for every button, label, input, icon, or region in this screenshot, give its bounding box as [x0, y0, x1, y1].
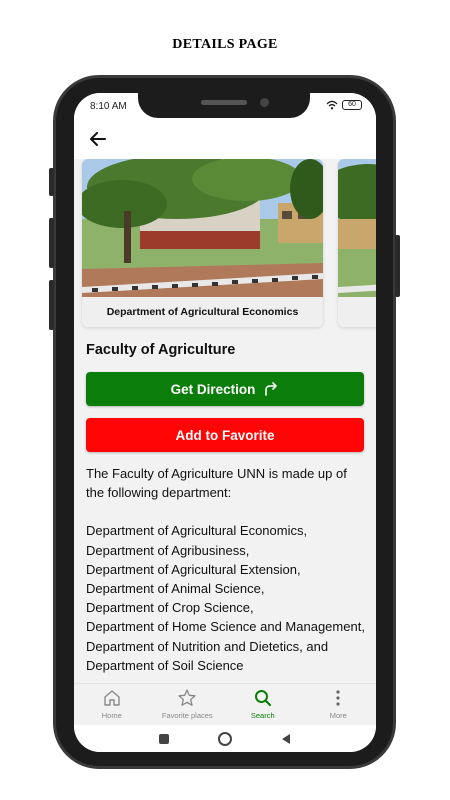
get-direction-label: Get Direction [170, 381, 256, 397]
details-content[interactable]: Department of Agricultural Economics Fac… [74, 159, 376, 684]
phone-volume-down-button [49, 280, 54, 330]
star-icon [178, 689, 196, 706]
faculty-description: The Faculty of Agriculture UNN is made u… [86, 464, 368, 675]
speaker-grille [201, 100, 247, 105]
recent-apps-icon[interactable] [158, 733, 170, 745]
phone-volume-up-button [49, 218, 54, 268]
department-building-photo [338, 159, 376, 297]
image-carousel[interactable]: Department of Agricultural Economics [82, 159, 376, 329]
back-button[interactable] [86, 127, 110, 151]
department-item: Department of Nutrition and Dietetics, a… [86, 638, 329, 654]
nav-item-more[interactable]: More [301, 684, 377, 725]
nav-item-search[interactable]: Search [225, 684, 301, 725]
system-navigation-bar [74, 725, 376, 752]
phone-power-button [395, 235, 400, 297]
bottom-navigation: Home Favorite places Search More [74, 683, 376, 725]
turn-right-arrow-icon [265, 382, 278, 396]
app-bar [74, 119, 376, 159]
back-triangle-icon[interactable] [280, 733, 292, 745]
more-vertical-icon [336, 690, 340, 706]
department-item: Department of Home Science and Managemen… [86, 619, 365, 635]
department-item: Department of Agricultural Economics, [86, 523, 308, 539]
phone-side-button [49, 168, 54, 196]
status-icons: 60 [326, 100, 362, 110]
department-list: Department of Agricultural Economics, De… [86, 521, 368, 675]
nav-item-home[interactable]: Home [74, 684, 150, 725]
nav-label-more: More [329, 711, 347, 720]
carousel-card-caption: Department of Agricultural Economics [82, 297, 323, 327]
carousel-card-caption-next [338, 297, 376, 327]
phone-screen: 8:10 AM 60 Department of Agricultural Ec… [74, 93, 376, 752]
get-direction-button[interactable]: Get Direction [86, 372, 364, 406]
wifi-icon [326, 100, 338, 110]
department-item: Department of Crop Science, [86, 600, 254, 616]
description-intro: The Faculty of Agriculture UNN is made u… [86, 466, 347, 501]
nav-label-search: Search [250, 711, 275, 720]
phone-notch [138, 90, 310, 118]
carousel-card-next[interactable] [338, 159, 376, 327]
home-button-icon[interactable] [217, 731, 233, 747]
faculty-title: Faculty of Agriculture [86, 342, 236, 358]
status-time: 8:10 AM [90, 101, 127, 112]
department-item: Department of Agribusiness, [86, 542, 250, 558]
page-heading: DETAILS PAGE [172, 37, 278, 52]
nav-label-favorite-places: Favorite places [161, 711, 213, 720]
department-building-photo [82, 159, 323, 297]
nav-item-favorite-places[interactable]: Favorite places [150, 684, 226, 725]
search-icon [254, 690, 271, 707]
carousel-card[interactable]: Department of Agricultural Economics [82, 159, 323, 327]
battery-icon: 60 [342, 100, 362, 110]
department-item: Department of Animal Science, [86, 581, 265, 597]
add-to-favorite-label: Add to Favorite [175, 427, 275, 443]
arrow-left-icon [90, 132, 106, 146]
home-icon [104, 690, 120, 706]
department-item: Department of Soil Science [86, 657, 244, 673]
front-camera [260, 98, 269, 107]
add-to-favorite-button[interactable]: Add to Favorite [86, 418, 364, 452]
nav-label-home: Home [101, 711, 122, 720]
department-item: Department of Agricultural Extension, [86, 561, 301, 577]
